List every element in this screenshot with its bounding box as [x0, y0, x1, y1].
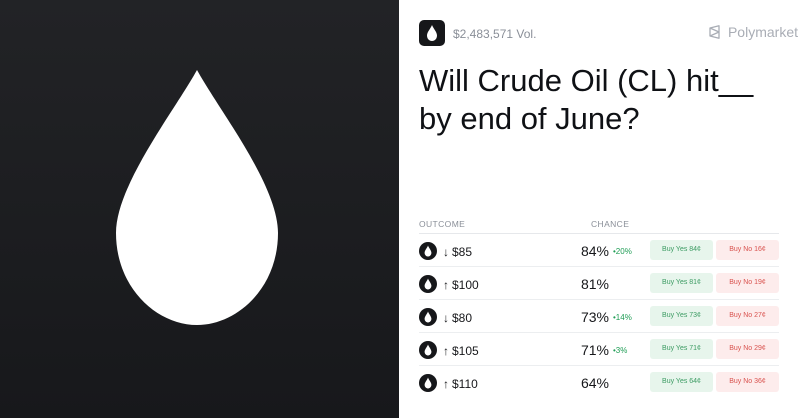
up-arrow-icon: ↑: [443, 344, 449, 358]
chance-value: 81%: [580, 276, 609, 292]
outcome-column-header: OUTCOME: [419, 219, 466, 229]
outcome-price: $110: [452, 377, 478, 391]
table-row[interactable]: ↓ $80 73% •14% Buy Yes 73¢ Buy No 27¢: [419, 300, 779, 333]
oil-drop-icon: [424, 344, 432, 356]
outcome-label: ↓ $85: [443, 245, 472, 259]
chance-value: 71%: [580, 342, 609, 358]
table-row[interactable]: ↑ $100 81% Buy Yes 81¢ Buy No 19¢: [419, 267, 779, 300]
down-arrow-icon: ↓: [443, 245, 449, 259]
buy-no-button[interactable]: Buy No 36¢: [716, 372, 779, 392]
chance-delta: •20%: [613, 247, 632, 256]
oil-drop-icon: [424, 278, 432, 290]
market-image-panel: [0, 0, 399, 418]
outcome-price: $100: [452, 278, 479, 292]
buy-yes-button[interactable]: Buy Yes 81¢: [650, 273, 713, 293]
outcome-thumbnail: [419, 242, 437, 260]
table-row[interactable]: ↑ $110 64% Buy Yes 64¢ Buy No 36¢: [419, 366, 779, 399]
market-header: $2,483,571 Vol. Polymarket: [419, 20, 798, 46]
buy-yes-button[interactable]: Buy Yes 73¢: [650, 306, 713, 326]
chance-column-header: CHANCE: [591, 219, 630, 229]
down-arrow-icon: ↓: [443, 311, 449, 325]
brand-name: Polymarket: [727, 24, 798, 40]
buy-no-button[interactable]: Buy No 29¢: [716, 339, 779, 359]
buy-yes-button[interactable]: Buy Yes 64¢: [650, 372, 713, 392]
oil-drop-icon: [427, 25, 437, 41]
chance-value: 64%: [580, 375, 609, 391]
polymarket-logo-icon: [709, 25, 720, 39]
up-arrow-icon: ↑: [443, 377, 449, 391]
buy-no-button[interactable]: Buy No 16¢: [716, 240, 779, 260]
up-arrow-icon: ↑: [443, 278, 449, 292]
table-row[interactable]: ↓ $85 84% •20% Buy Yes 84¢ Buy No 16¢: [419, 234, 779, 267]
buy-yes-button[interactable]: Buy Yes 84¢: [650, 240, 713, 260]
market-question: Will Crude Oil (CL) hit__ by end of June…: [419, 63, 754, 136]
chance-value: 73%: [580, 309, 609, 325]
outcome-label: ↑ $110: [443, 377, 478, 391]
outcome-thumbnail: [419, 374, 437, 392]
polymarket-logo[interactable]: Polymarket: [708, 24, 798, 40]
chance-value: 84%: [580, 243, 609, 259]
chance-delta: •14%: [613, 313, 632, 322]
market-card: $2,483,571 Vol. Polymarket Will Crude Oi…: [399, 0, 798, 418]
oil-drop-icon: [116, 70, 278, 325]
table-row[interactable]: ↑ $105 71% •3% Buy Yes 71¢ Buy No 29¢: [419, 333, 779, 366]
outcome-thumbnail: [419, 275, 437, 293]
volume-label: $2,483,571 Vol.: [453, 27, 537, 41]
buy-yes-button[interactable]: Buy Yes 71¢: [650, 339, 713, 359]
outcome-label: ↑ $105: [443, 344, 479, 358]
buy-no-button[interactable]: Buy No 27¢: [716, 306, 779, 326]
outcome-price: $105: [452, 344, 479, 358]
oil-drop-icon: [424, 311, 432, 323]
outcome-thumbnail: [419, 341, 437, 359]
buy-no-button[interactable]: Buy No 19¢: [716, 273, 779, 293]
outcome-label: ↓ $80: [443, 311, 472, 325]
outcome-price: $85: [452, 245, 473, 259]
oil-drop-icon: [424, 377, 432, 389]
oil-drop-icon: [424, 245, 432, 257]
chance-delta: •3%: [613, 346, 628, 355]
outcome-price: $80: [452, 311, 473, 325]
table-header: OUTCOME CHANCE: [419, 216, 779, 234]
market-thumbnail: [419, 20, 445, 46]
outcomes-table: OUTCOME CHANCE ↓ $85 84% •20% Buy Yes 84¢…: [419, 216, 779, 399]
outcome-thumbnail: [419, 308, 437, 326]
outcome-label: ↑ $100: [443, 278, 479, 292]
